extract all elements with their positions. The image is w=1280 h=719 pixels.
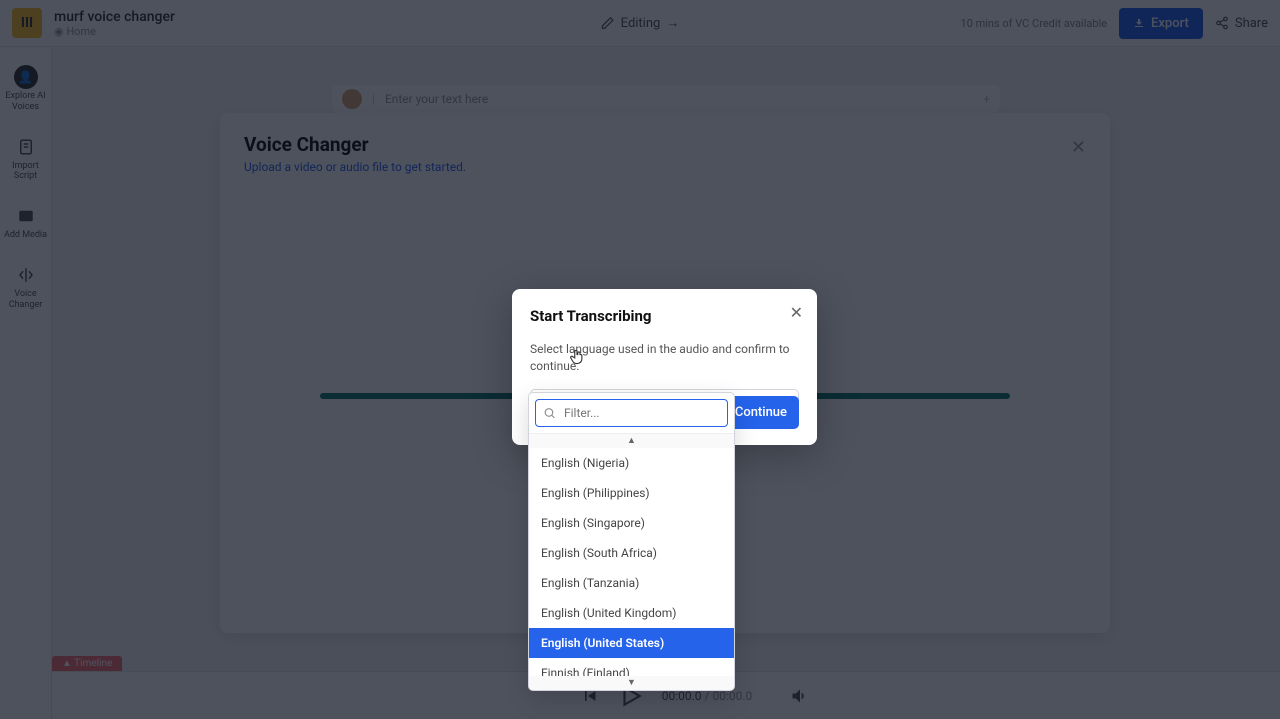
search-icon <box>543 407 556 420</box>
modal-title: Start Transcribing <box>530 307 799 325</box>
filter-input[interactable] <box>535 399 728 427</box>
filter-wrap <box>529 393 734 434</box>
scroll-down-arrow[interactable]: ▼ <box>529 676 734 690</box>
language-option[interactable]: English (United Kingdom) <box>529 598 734 628</box>
language-option[interactable]: English (Tanzania) <box>529 568 734 598</box>
scroll-up-arrow[interactable]: ▲ <box>529 434 734 448</box>
modal-close-button[interactable]: ✕ <box>790 303 803 322</box>
language-option[interactable]: English (Nigeria) <box>529 448 734 478</box>
language-option[interactable]: English (Singapore) <box>529 508 734 538</box>
language-dropdown: ▲ English (Nigeria)English (Philippines)… <box>528 392 735 691</box>
options-list[interactable]: English (Nigeria)English (Philippines)En… <box>529 448 734 676</box>
language-option[interactable]: Finnish (Finland) <box>529 658 734 676</box>
language-option[interactable]: English (Philippines) <box>529 478 734 508</box>
language-option[interactable]: English (United States) <box>529 628 734 658</box>
language-option[interactable]: English (South Africa) <box>529 538 734 568</box>
modal-subtitle: Select language used in the audio and co… <box>530 341 799 375</box>
